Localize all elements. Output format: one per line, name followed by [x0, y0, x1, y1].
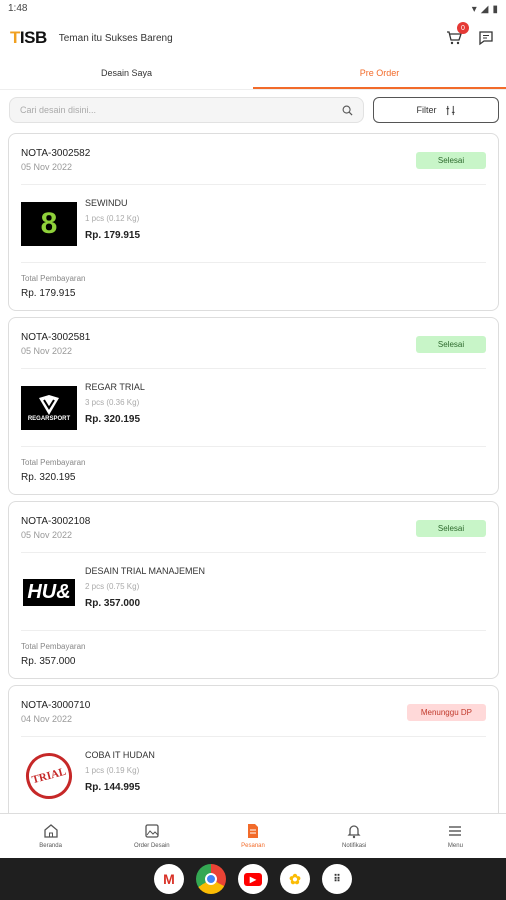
order-date: 05 Nov 2022	[21, 530, 73, 540]
order-date: 05 Nov 2022	[21, 346, 73, 356]
product-price: Rp. 179.915	[85, 230, 141, 241]
product-thumbnail: HU&	[21, 570, 77, 614]
product-price: Rp. 320.195	[85, 414, 141, 425]
product-price: Rp. 144.995	[85, 782, 141, 793]
divider	[21, 630, 486, 631]
app-tagline: Teman itu Sukses Bareng	[58, 32, 173, 44]
divider	[21, 368, 486, 369]
product-qty: 1 pcs (0.12 Kg)	[85, 214, 140, 223]
status-icons: ▾ ◢ ▮	[472, 3, 498, 15]
chat-button[interactable]	[476, 28, 496, 48]
status-badge: Selesai	[416, 336, 486, 353]
status-badge: Selesai	[416, 520, 486, 537]
divider	[21, 552, 486, 553]
divider	[21, 736, 486, 737]
product-qty: 2 pcs (0.75 Kg)	[85, 582, 140, 591]
product-price: Rp. 357.000	[85, 598, 141, 609]
bell-icon	[347, 825, 361, 839]
app-header: T ISB Teman itu Sukses Bareng 0	[0, 18, 506, 58]
nav-pesanan[interactable]: Pesanan	[202, 814, 303, 858]
cart-button[interactable]: 0	[444, 22, 469, 48]
search-placeholder: Cari desain disini...	[20, 105, 97, 115]
bottom-nav: Beranda Order Desain Pesanan Notifikasi …	[0, 813, 506, 858]
order-number: NOTA-3000710	[21, 700, 91, 711]
nav-label: Notifikasi	[342, 843, 367, 849]
cart-badge: 0	[457, 22, 469, 34]
product-thumbnail: REGARSPORT	[21, 386, 77, 430]
divider	[21, 184, 486, 185]
nav-order-desain[interactable]: Order Desain	[101, 814, 202, 858]
product-name: DESAIN TRIAL MANAJEMEN	[85, 566, 206, 576]
nav-beranda[interactable]: Beranda	[0, 814, 101, 858]
total-label: Total Pembayaran	[21, 274, 86, 283]
nav-label: Order Desain	[133, 843, 170, 849]
nav-label: Beranda	[39, 843, 62, 849]
chrome-icon[interactable]	[196, 864, 226, 894]
product-thumbnail: TRIAL	[20, 747, 78, 805]
menu-icon	[449, 826, 462, 836]
filter-button[interactable]: Filter	[373, 97, 499, 123]
order-card[interactable]: NOTA-3002108 05 Nov 2022 Selesai HU& DES…	[8, 501, 499, 679]
gmail-icon[interactable]: M	[154, 864, 184, 894]
document-icon	[248, 824, 258, 838]
order-number: NOTA-3002108	[21, 516, 91, 527]
product-qty: 3 pcs (0.36 Kg)	[85, 398, 140, 407]
status-badge: Selesai	[416, 152, 486, 169]
youtube-icon[interactable]: ▶	[238, 864, 268, 894]
status-badge: Menunggu DP	[406, 704, 486, 721]
order-list: NOTA-3002582 05 Nov 2022 Selesai 8 SEWIN…	[8, 133, 499, 813]
battery-icon: ▮	[492, 3, 498, 15]
home-icon	[43, 824, 58, 838]
product-thumbnail: 8	[21, 202, 77, 246]
product-name: SEWINDU	[85, 198, 128, 208]
total-value: Rp. 357.000	[21, 656, 76, 667]
order-number: NOTA-3002582	[21, 148, 91, 159]
filter-label: Filter	[416, 105, 437, 115]
status-bar: 1:48 ▾ ◢ ▮	[0, 0, 506, 18]
tab-desain-saya[interactable]: Desain Saya	[0, 58, 253, 89]
product-name: REGAR TRIAL	[85, 382, 145, 392]
image-icon	[145, 824, 159, 838]
nav-label: Menu	[447, 843, 463, 849]
tab-pre-order[interactable]: Pre Order	[253, 58, 506, 89]
photos-icon[interactable]: ✿	[280, 864, 310, 894]
signal-icon: ◢	[480, 3, 489, 15]
total-value: Rp. 320.195	[21, 472, 76, 483]
divider	[21, 446, 486, 447]
order-card[interactable]: NOTA-3002581 05 Nov 2022 Selesai REGARSP…	[8, 317, 499, 495]
status-time: 1:48	[8, 3, 28, 14]
trial-stamp-icon: TRIAL	[20, 747, 78, 805]
filter-sliders-icon	[445, 105, 455, 115]
search-icon	[342, 105, 353, 116]
order-number: NOTA-3002581	[21, 332, 91, 343]
total-label: Total Pembayaran	[21, 458, 86, 467]
system-taskbar: M ▶ ✿ ⠿	[0, 858, 506, 900]
total-value: Rp. 179.915	[21, 288, 76, 299]
nav-menu[interactable]: Menu	[405, 814, 506, 858]
chat-icon	[479, 31, 493, 46]
tab-bar: Desain Saya Pre Order	[0, 58, 506, 90]
order-card[interactable]: NOTA-3000710 04 Nov 2022 Menunggu DP TRI…	[8, 685, 499, 813]
order-date: 05 Nov 2022	[21, 162, 73, 172]
total-label: Total Pembayaran	[21, 642, 86, 651]
divider	[21, 262, 486, 263]
order-card[interactable]: NOTA-3002582 05 Nov 2022 Selesai 8 SEWIN…	[8, 133, 499, 311]
order-date: 04 Nov 2022	[21, 714, 73, 724]
wifi-icon: ▾	[471, 3, 477, 15]
product-qty: 1 pcs (0.19 Kg)	[85, 766, 140, 775]
nav-notifikasi[interactable]: Notifikasi	[304, 814, 405, 858]
regar-logo-icon	[39, 395, 59, 415]
app-drawer-icon[interactable]: ⠿	[322, 864, 352, 894]
nav-label: Pesanan	[241, 843, 265, 849]
search-row: Cari desain disini... Filter	[9, 97, 499, 123]
app-logo: T ISB	[10, 28, 47, 47]
search-input[interactable]: Cari desain disini...	[9, 97, 364, 123]
product-name: COBA IT HUDAN	[85, 750, 155, 760]
